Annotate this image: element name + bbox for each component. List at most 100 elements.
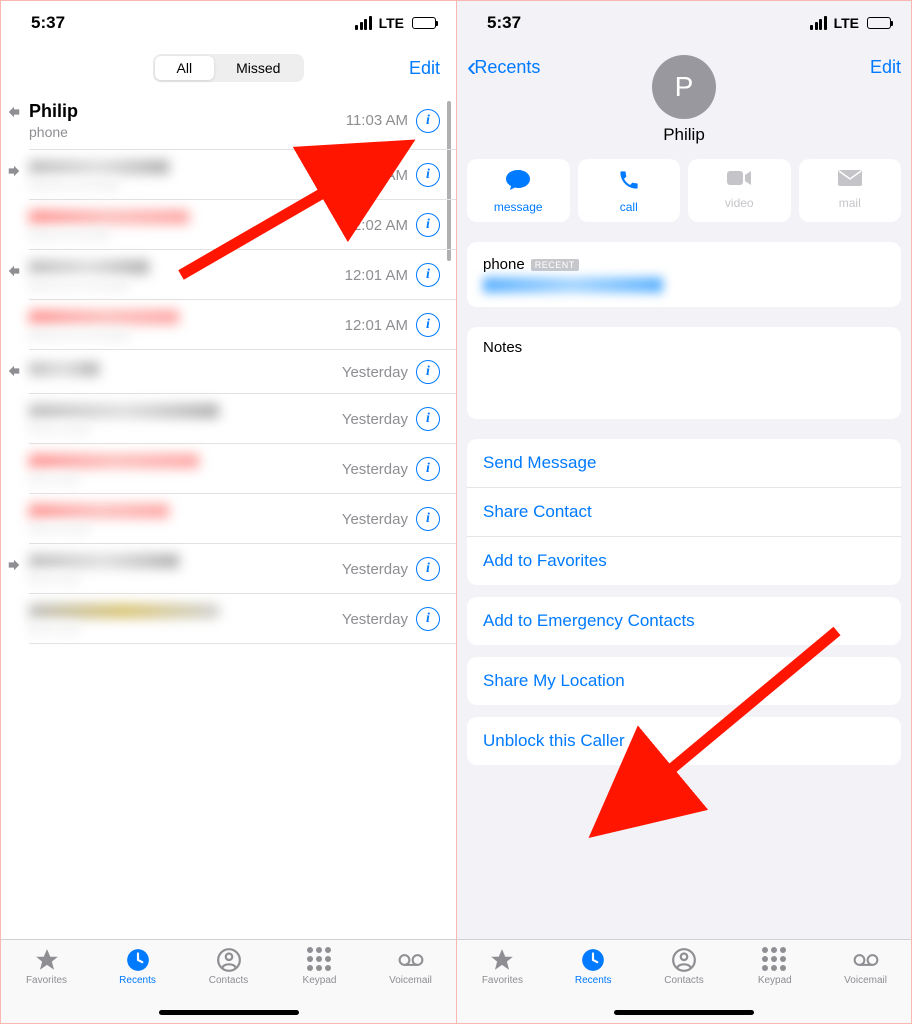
info-button[interactable]: i <box>416 213 440 237</box>
contact-header: P Philip <box>457 55 911 145</box>
add-emergency-link[interactable]: Add to Emergency Contacts <box>467 597 901 645</box>
status-icons: LTE <box>810 15 891 31</box>
call-row[interactable]: Yesterday i <box>1 394 456 444</box>
avatar: P <box>652 55 716 119</box>
call-time: 12:01 AM <box>345 317 408 334</box>
action-label: mail <box>839 196 861 210</box>
call-row[interactable]: Yesterday i <box>1 494 456 544</box>
message-icon <box>505 169 531 196</box>
tab-voicemail[interactable]: Voicemail <box>831 947 901 1023</box>
call-row[interactable]: 12:02 AM i <box>1 200 456 250</box>
call-time: 12:02 AM <box>345 167 408 184</box>
info-button[interactable]: i <box>416 507 440 531</box>
info-button[interactable]: i <box>416 360 440 384</box>
call-time: 12:02 AM <box>345 217 408 234</box>
share-location-link[interactable]: Share My Location <box>467 657 901 705</box>
video-button[interactable]: video <box>688 159 791 222</box>
status-bar: 5:37 LTE <box>457 1 911 45</box>
clock: 5:37 <box>487 13 521 33</box>
actions-group-3: Share My Location <box>467 657 901 705</box>
recents-list[interactable]: Philip phone 11:03 AM i 12:02 AM i 12:02… <box>1 91 456 939</box>
phone-icon <box>618 169 640 196</box>
call-row[interactable]: 12:01 AM i <box>1 250 456 300</box>
actions-group-2: Add to Emergency Contacts <box>467 597 901 645</box>
home-indicator[interactable] <box>614 1010 754 1015</box>
nav-header: All Missed Edit <box>1 45 456 91</box>
notes-card[interactable]: Notes <box>467 327 901 419</box>
call-row[interactable]: 12:01 AM i <box>1 300 456 350</box>
call-row[interactable]: Yesterday i <box>1 350 456 394</box>
phone-number-redacted <box>483 277 663 293</box>
call-row[interactable]: 12:02 AM i <box>1 150 456 200</box>
call-row[interactable]: Yesterday i <box>1 594 456 644</box>
outgoing-call-icon <box>7 558 21 577</box>
tab-label: Contacts <box>209 975 248 986</box>
recents-screen: 5:37 LTE All Missed Edit Philip phone 11… <box>0 0 456 1024</box>
info-button[interactable]: i <box>416 313 440 337</box>
tab-label: Keypad <box>758 975 792 986</box>
add-favorites-link[interactable]: Add to Favorites <box>467 537 901 585</box>
info-button[interactable]: i <box>416 457 440 481</box>
tab-label: Recents <box>119 975 156 986</box>
info-button[interactable]: i <box>416 163 440 187</box>
outgoing-call-icon <box>7 164 21 183</box>
status-bar: 5:37 LTE <box>1 1 456 45</box>
call-time: Yesterday <box>342 611 408 628</box>
incoming-call-icon <box>7 105 21 124</box>
video-icon <box>726 169 752 192</box>
segment-missed[interactable]: Missed <box>214 56 302 80</box>
tab-label: Voicemail <box>389 975 432 986</box>
contact-name: Philip <box>663 125 705 145</box>
call-time: 12:01 AM <box>345 267 408 284</box>
call-time: Yesterday <box>342 561 408 578</box>
call-row[interactable]: Yesterday i <box>1 544 456 594</box>
tab-label: Keypad <box>303 975 337 986</box>
tab-voicemail[interactable]: Voicemail <box>376 947 446 1023</box>
tab-label: Contacts <box>664 975 703 986</box>
call-sublabel: phone <box>29 124 346 140</box>
clock: 5:37 <box>31 13 65 33</box>
action-label: message <box>494 200 543 214</box>
edit-button[interactable]: Edit <box>409 58 440 79</box>
call-time: Yesterday <box>342 511 408 528</box>
share-contact-link[interactable]: Share Contact <box>467 488 901 537</box>
call-button[interactable]: call <box>578 159 681 222</box>
info-button[interactable]: i <box>416 263 440 287</box>
unblock-caller-link[interactable]: Unblock this Caller <box>467 717 901 765</box>
action-label: video <box>725 196 754 210</box>
tab-favorites[interactable]: Favorites <box>467 947 537 1023</box>
call-time: Yesterday <box>342 461 408 478</box>
network-label: LTE <box>379 15 404 31</box>
info-button[interactable]: i <box>416 607 440 631</box>
message-button[interactable]: message <box>467 159 570 222</box>
segmented-control: All Missed <box>153 54 305 82</box>
actions-group-1: Send Message Share Contact Add to Favori… <box>467 439 901 585</box>
call-time: Yesterday <box>342 364 408 381</box>
action-label: call <box>620 200 638 214</box>
tab-favorites[interactable]: Favorites <box>12 947 82 1023</box>
contact-detail-screen: 5:37 LTE ‹ Recents Edit P Philip message… <box>456 0 912 1024</box>
mail-icon <box>837 169 863 192</box>
status-icons: LTE <box>355 15 436 31</box>
action-buttons: message call video mail <box>457 159 911 222</box>
info-button[interactable]: i <box>416 109 440 133</box>
send-message-link[interactable]: Send Message <box>467 439 901 488</box>
info-button[interactable]: i <box>416 407 440 431</box>
tab-label: Recents <box>575 975 612 986</box>
call-row[interactable]: Philip phone 11:03 AM i <box>1 91 456 150</box>
tab-label: Favorites <box>26 975 67 986</box>
incoming-call-icon <box>7 264 21 283</box>
home-indicator[interactable] <box>159 1010 299 1015</box>
tab-label: Favorites <box>482 975 523 986</box>
recent-badge: RECENT <box>531 259 579 271</box>
tab-bar: Favorites Recents Contacts Keypad Voicem… <box>1 939 456 1023</box>
tab-bar: Favorites Recents Contacts Keypad Voicem… <box>457 939 911 1023</box>
phone-number-card[interactable]: phone RECENT <box>467 242 901 307</box>
mail-button[interactable]: mail <box>799 159 902 222</box>
incoming-call-icon <box>7 364 21 383</box>
battery-icon <box>412 17 436 29</box>
segment-all[interactable]: All <box>155 56 215 80</box>
info-button[interactable]: i <box>416 557 440 581</box>
call-row[interactable]: Yesterday i <box>1 444 456 494</box>
battery-icon <box>867 17 891 29</box>
